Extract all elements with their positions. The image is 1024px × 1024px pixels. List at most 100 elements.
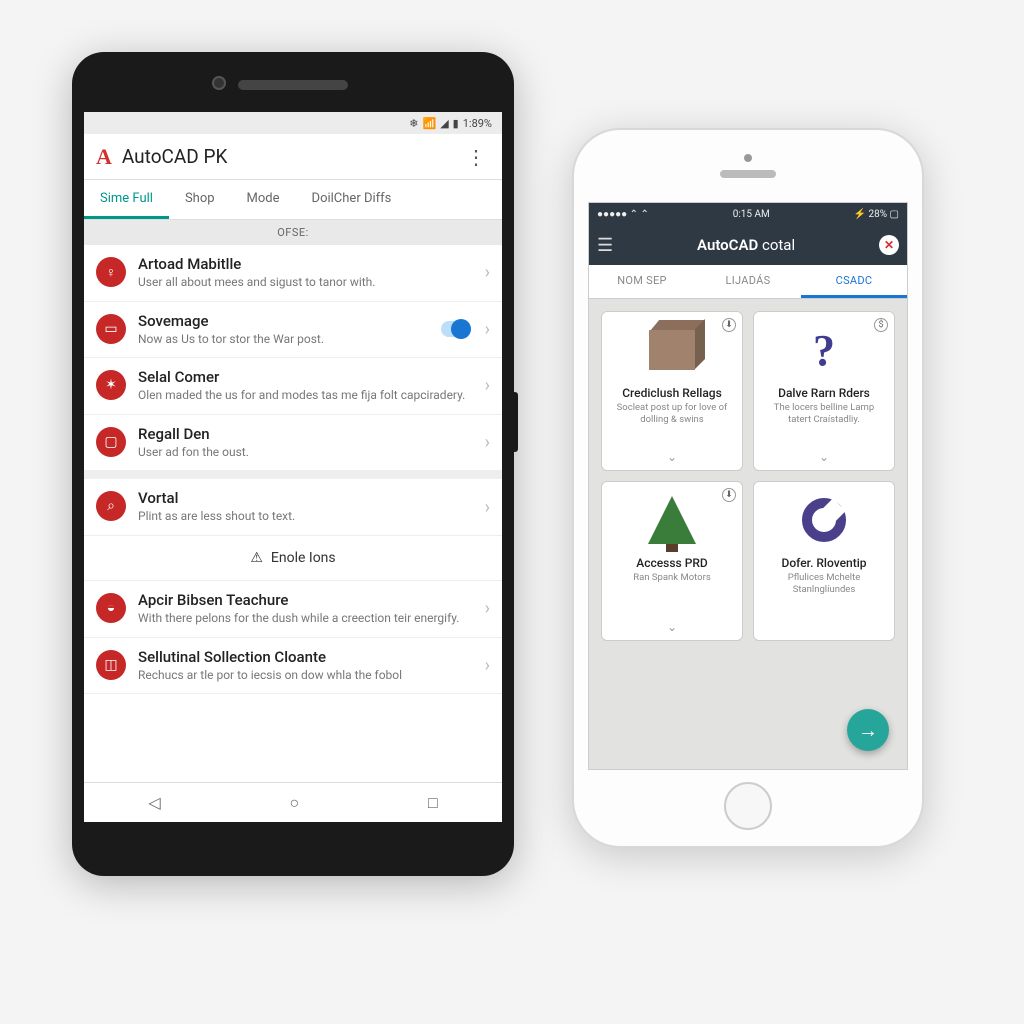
download-icon[interactable]: ⬇ [722, 318, 736, 332]
download-icon[interactable]: ⬇ [722, 488, 736, 502]
android-toolbar: A AutoCAD PK ⋮ [84, 134, 502, 180]
android-screen: ❄ 📶 ◢ ▮ 1:89% A AutoCAD PK ⋮ Sime Full S… [84, 112, 502, 822]
arrow-right-icon: → [858, 718, 878, 743]
chevron-down-icon[interactable]: ⌄ [819, 450, 829, 464]
battery-text: ⚡ 28% ▢ [854, 209, 899, 220]
chevron-right-icon: › [485, 375, 490, 396]
list-item-sub: Plint as are less shout to text. [138, 509, 473, 525]
ios-navbar: ☰ AutoCAD cotal ✕ [589, 225, 907, 265]
app-logo: A [96, 144, 112, 170]
list-item-sub: Olen maded the us for and modes tas me f… [138, 388, 473, 404]
list-item-vortal[interactable]: ⌕ Vortal Plint as are less shout to text… [84, 479, 502, 536]
warning-icon: ⚠ [250, 550, 263, 566]
menu-icon[interactable]: ☰ [597, 235, 613, 256]
iphone-screen: ●●●●● ⌃ ⌃ 0:15 AM ⚡ 28% ▢ ☰ AutoCAD cota… [588, 202, 908, 770]
android-speaker [238, 80, 348, 90]
nav-recent-icon[interactable]: □ [428, 793, 438, 813]
list-text: Sovemage Now as Us to tor stor the War p… [138, 312, 429, 348]
title-bold: AutoCAD [697, 236, 758, 254]
ios-status-bar: ●●●●● ⌃ ⌃ 0:15 AM ⚡ 28% ▢ [589, 203, 907, 225]
wand-icon: ✶ [96, 370, 126, 400]
tab-mode[interactable]: Mode [231, 180, 296, 219]
chevron-right-icon: › [485, 497, 490, 518]
card-title: Accesss PRD [636, 556, 707, 570]
android-list[interactable]: ♀ Artoad Mabitlle User all about mees an… [84, 245, 502, 782]
chevron-down-icon[interactable]: ⌄ [667, 620, 677, 634]
tab-label: Sime Full [100, 191, 153, 206]
iphone-speaker [720, 170, 776, 178]
card-icon: ▭ [96, 314, 126, 344]
notification-icon: ❄ [409, 117, 418, 130]
fab-next-button[interactable]: → [847, 709, 889, 751]
tab-lijadas[interactable]: LIJADÁS [695, 265, 801, 298]
title-rest: cotal [758, 236, 795, 254]
ios-tabs: NOM SEP LIJADÁS CSADC [589, 265, 907, 299]
tab-csadc[interactable]: CSADC [801, 265, 907, 298]
nav-home-icon[interactable]: ○ [289, 793, 299, 813]
list-item-regall[interactable]: ▢ Regall Den User ad fon the oust. › [84, 415, 502, 472]
list-item-selal[interactable]: ✶ Selal Comer Olen maded the us for and … [84, 358, 502, 415]
chevron-right-icon: › [485, 262, 490, 283]
close-icon[interactable]: ✕ [879, 235, 899, 255]
bulb-icon: ♀ [96, 257, 126, 287]
enole-button[interactable]: ⚠ Enole Ions [84, 536, 502, 581]
wifi-icon: 📶 [422, 117, 436, 130]
chevron-right-icon: › [485, 432, 490, 453]
box-icon [644, 322, 700, 378]
card-sub: The locers belline Lamp tatert Craístadl… [762, 402, 886, 426]
android-tabs: Sime Full Shop Mode DoilCher Diffs [84, 180, 502, 220]
list-text: Apcir Bibsen Teachure With there pelons … [138, 591, 473, 627]
list-item-title: Sellutinal Sollection Cloante [138, 648, 473, 666]
toggle-switch[interactable] [441, 321, 469, 337]
tab-doilcher[interactable]: DoilCher Diffs [296, 180, 408, 219]
tab-label: Shop [185, 191, 215, 206]
list-item-sellutinal[interactable]: ◫ Sellutinal Sollection Cloante Rechucs … [84, 638, 502, 695]
card-dofer[interactable]: Dofer. Rloventip Pflulices Mchelte Stanl… [753, 481, 895, 641]
list-text: Sellutinal Sollection Cloante Rechucs ar… [138, 648, 473, 684]
list-divider [84, 471, 502, 479]
question-icon: ? [796, 322, 852, 378]
cloud-icon: ◒ [96, 593, 126, 623]
chevron-down-icon[interactable]: ⌄ [667, 450, 677, 464]
search-icon: ⌕ [96, 491, 126, 521]
price-icon[interactable]: $ [874, 318, 888, 332]
enole-label: Enole Ions [271, 550, 336, 566]
bag-icon: ◫ [96, 650, 126, 680]
briefcase-icon: ▢ [96, 427, 126, 457]
android-phone-frame: ❄ 📶 ◢ ▮ 1:89% A AutoCAD PK ⋮ Sime Full S… [72, 52, 514, 876]
list-item-artoad[interactable]: ♀ Artoad Mabitlle User all about mees an… [84, 245, 502, 302]
list-item-sovemage[interactable]: ▭ Sovemage Now as Us to tor stor the War… [84, 302, 502, 359]
android-nav-bar: ◁ ○ □ [84, 782, 502, 822]
chevron-right-icon: › [485, 319, 490, 340]
iphone-camera [744, 154, 752, 162]
iphone-home-button[interactable] [724, 782, 772, 830]
tab-nom-sep[interactable]: NOM SEP [589, 265, 695, 298]
chevron-right-icon: › [485, 598, 490, 619]
card-crediclush[interactable]: ⬇ Crediclush Rellags Socleat post up for… [601, 311, 743, 471]
android-power-button [512, 392, 518, 452]
tab-shop[interactable]: Shop [169, 180, 231, 219]
overflow-menu-icon[interactable]: ⋮ [462, 145, 490, 169]
battery-icon: ▮ [453, 117, 459, 130]
list-item-title: Sovemage [138, 312, 429, 330]
list-item-title: Vortal [138, 489, 473, 507]
card-dalve[interactable]: $ ? Dalve Rarn Rders The locers belline … [753, 311, 895, 471]
list-item-apcir[interactable]: ◒ Apcir Bibsen Teachure With there pelon… [84, 581, 502, 638]
card-title: Dofer. Rloventip [781, 556, 866, 570]
list-item-sub: User ad fon the oust. [138, 445, 473, 461]
chevron-right-icon: › [485, 655, 490, 676]
list-text: Artoad Mabitlle User all about mees and … [138, 255, 473, 291]
nav-back-icon[interactable]: ◁ [148, 793, 160, 812]
list-item-title: Selal Comer [138, 368, 473, 386]
tab-sime-full[interactable]: Sime Full [84, 180, 169, 219]
list-text: Vortal Plint as are less shout to text. [138, 489, 473, 525]
tab-label: NOM SEP [617, 274, 667, 287]
list-item-sub: Rechucs ar tle por to iecsis on dow whla… [138, 668, 473, 684]
ios-card-grid[interactable]: ⬇ Crediclush Rellags Socleat post up for… [589, 299, 907, 769]
signal-icon: ◢ [440, 117, 448, 130]
clock: 0:15 AM [733, 209, 770, 220]
card-title: Crediclush Rellags [622, 386, 722, 400]
tab-label: Mode [247, 191, 280, 206]
card-access[interactable]: ⬇ Accesss PRD Ran Spank Motors ⌄ [601, 481, 743, 641]
section-header: OFSE: [84, 220, 502, 245]
